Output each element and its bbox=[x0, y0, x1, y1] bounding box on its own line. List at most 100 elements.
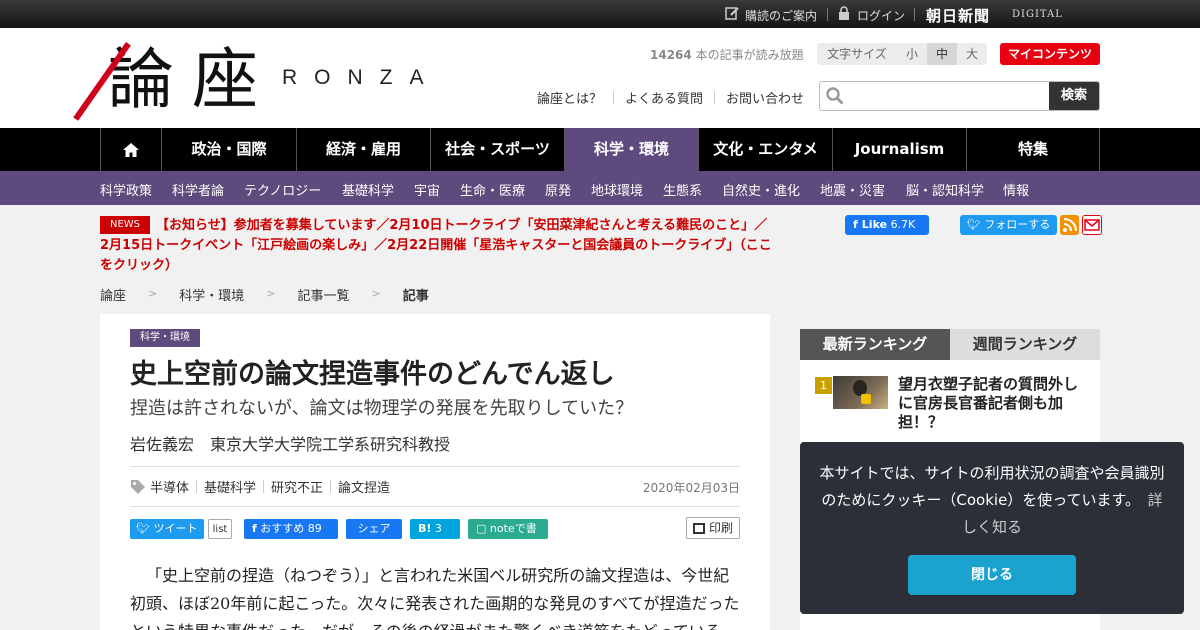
news-ticker[interactable]: 【お知らせ】参加者を募集しています／2月10日トークライブ「安田菜津紀さんと考え… bbox=[100, 216, 775, 276]
logo-kanji-za: 座 bbox=[192, 41, 258, 118]
divider bbox=[827, 8, 828, 21]
font-size-selector: 文字サイズ 小 中 大 bbox=[817, 43, 987, 65]
ranking-item-title[interactable]: 望月衣塑子記者の質問外しに官房長官番記者側も加担！？ bbox=[898, 375, 1088, 432]
subnav-item[interactable]: 科学政策 bbox=[100, 180, 152, 199]
font-size-large[interactable]: 大 bbox=[957, 43, 987, 65]
search-box: 検索 bbox=[819, 81, 1100, 111]
lock-icon bbox=[839, 6, 849, 20]
breadcrumb: 論座 > 科学・環境 > 記事一覧 > 記事 bbox=[100, 285, 429, 304]
facebook-like-button[interactable]: f Like 6.7K bbox=[845, 215, 929, 235]
asahi-digital-logo[interactable]: 朝日新聞 bbox=[926, 5, 990, 26]
subnav-item[interactable]: 生態系 bbox=[663, 180, 702, 199]
faq-link[interactable]: よくある質問 bbox=[625, 88, 703, 107]
sub-nav: 科学政策 科学者論 テクノロジー 基礎科学 宇宙 生命・医療 原発 地球環境 生… bbox=[0, 171, 1200, 205]
facebook-recommend-button[interactable]: f おすすめ 89 bbox=[244, 519, 338, 539]
note-button[interactable]: ▢ noteで書く bbox=[468, 519, 548, 555]
nav-politics[interactable]: 政治・国際 bbox=[161, 128, 296, 171]
subnav-item[interactable]: 自然史・進化 bbox=[722, 180, 800, 199]
logo-wordmark: RONZA bbox=[282, 66, 441, 89]
divider bbox=[130, 506, 740, 507]
search-button[interactable]: 検索 bbox=[1049, 82, 1099, 110]
facebook-share-button[interactable]: シェア bbox=[346, 519, 402, 539]
tab-latest-ranking[interactable]: 最新ランキング bbox=[800, 329, 950, 360]
my-content-button[interactable]: マイコンテンツ bbox=[1000, 43, 1100, 65]
subnav-item[interactable]: 地球環境 bbox=[591, 180, 643, 199]
twitter-list-button[interactable]: list bbox=[208, 519, 232, 539]
tag-link[interactable]: 半導体 bbox=[150, 477, 189, 496]
divider bbox=[263, 480, 265, 493]
category-badge[interactable]: 科学・環境 bbox=[130, 329, 200, 347]
nav-science[interactable]: 科学・環境 bbox=[564, 128, 698, 171]
font-size-label: 文字サイズ bbox=[817, 43, 897, 65]
divider bbox=[196, 480, 198, 493]
tag-list: 半導体 基礎科学 研究不正 論文捏造 bbox=[130, 477, 390, 496]
subnav-item[interactable]: 生命・医療 bbox=[460, 180, 525, 199]
subnav-item[interactable]: 基礎科学 bbox=[342, 180, 394, 199]
nav-home[interactable] bbox=[100, 128, 161, 171]
edit-icon bbox=[725, 7, 739, 20]
tag-link[interactable]: 基礎科学 bbox=[204, 477, 256, 496]
facebook-icon: f bbox=[252, 522, 257, 535]
rank-number: 1 bbox=[815, 377, 832, 394]
about-link[interactable]: 論座とは？ bbox=[537, 88, 602, 107]
hatena-bookmark-button[interactable]: B! 3 bbox=[410, 519, 460, 539]
nav-society[interactable]: 社会・スポーツ bbox=[430, 128, 564, 171]
subnav-item[interactable]: 宇宙 bbox=[414, 180, 440, 199]
print-button[interactable]: 印刷 bbox=[686, 517, 740, 539]
cookie-message: 本サイトでは、サイトの利用状況の調査や会員識別のためにクッキー（Cookie）を… bbox=[819, 464, 1165, 536]
thumbnail-detail bbox=[861, 394, 871, 404]
font-size-small[interactable]: 小 bbox=[897, 43, 927, 65]
facebook-icon: f bbox=[853, 218, 858, 231]
top-bar: 購読のご案内 ログイン 朝日新聞 DIGITAL bbox=[0, 0, 1200, 28]
tweet-button[interactable]: 🐦︎ ツイート bbox=[130, 519, 204, 539]
breadcrumb-separator: > bbox=[371, 287, 381, 300]
search-input[interactable] bbox=[850, 82, 1050, 110]
twitter-bird-icon: 🐦︎ bbox=[966, 218, 981, 231]
subnav-item[interactable]: 地震・災害 bbox=[820, 180, 885, 199]
nav-journalism[interactable]: Journalism bbox=[832, 128, 966, 171]
twitter-bird-icon: 🐦︎ bbox=[136, 522, 150, 535]
publish-date: 2020年02月03日 bbox=[642, 481, 740, 495]
article-author[interactable]: 岩佐義宏 東京大学大学院工学系研究科教授 bbox=[130, 431, 450, 455]
subnav-item[interactable]: 情報 bbox=[1003, 180, 1029, 199]
divider bbox=[914, 8, 915, 21]
contact-link[interactable]: お問い合わせ bbox=[726, 88, 804, 107]
article-body: 「史上空前の捏造（ねつぞう）」と言われた米国ベル研究所の論文捏造は、今世紀初頭、… bbox=[130, 566, 740, 630]
read-count: 14264 本の記事が読み放題 bbox=[650, 48, 804, 62]
home-icon bbox=[123, 143, 139, 157]
breadcrumb-separator: > bbox=[266, 287, 276, 300]
subscribe-link[interactable]: 購読のご案内 bbox=[745, 7, 817, 24]
cookie-close-button[interactable]: 閉じる bbox=[908, 555, 1076, 595]
breadcrumb-item[interactable]: 科学・環境 bbox=[179, 285, 244, 304]
ronza-logo[interactable]: 論 座 bbox=[73, 36, 274, 124]
subnav-item[interactable]: 脳・認知科学 bbox=[906, 180, 984, 199]
printer-icon bbox=[693, 523, 705, 534]
ranking-thumbnail[interactable] bbox=[833, 376, 888, 409]
rss-icon[interactable] bbox=[1060, 215, 1079, 235]
subnav-item[interactable]: 原発 bbox=[545, 180, 571, 199]
nav-culture[interactable]: 文化・エンタメ bbox=[698, 128, 832, 171]
tag-link[interactable]: 論文捏造 bbox=[338, 477, 390, 496]
font-size-medium[interactable]: 中 bbox=[927, 43, 957, 65]
divider bbox=[613, 91, 615, 104]
breadcrumb-item[interactable]: 記事一覧 bbox=[297, 285, 349, 304]
subnav-item[interactable]: テクノロジー bbox=[244, 180, 321, 199]
twitter-follow-button[interactable]: 🐦︎ フォローする bbox=[960, 215, 1057, 235]
tag-link[interactable]: 研究不正 bbox=[271, 477, 323, 496]
login-link[interactable]: ログイン bbox=[857, 7, 905, 24]
main-nav: 政治・国際 経済・雇用 社会・スポーツ 科学・環境 文化・エンタメ Journa… bbox=[0, 128, 1200, 171]
nav-economy[interactable]: 経済・雇用 bbox=[296, 128, 430, 171]
nav-special[interactable]: 特集 bbox=[966, 128, 1100, 171]
article-subtitle: 捏造は許されないが、論文は物理学の発展を先取りしていた？ bbox=[130, 398, 634, 419]
logo-kanji-ron: 論 bbox=[108, 41, 174, 118]
breadcrumb-item[interactable]: 論座 bbox=[100, 285, 126, 304]
divider bbox=[714, 91, 716, 104]
cookie-banner: 本サイトでは、サイトの利用状況の調査や会員識別のためにクッキー（Cookie）を… bbox=[800, 442, 1184, 614]
breadcrumb-separator: > bbox=[148, 287, 158, 300]
mail-icon[interactable] bbox=[1082, 215, 1102, 235]
tab-weekly-ranking[interactable]: 週間ランキング bbox=[950, 329, 1100, 360]
divider bbox=[130, 466, 740, 467]
breadcrumb-current: 記事 bbox=[402, 289, 429, 304]
article: 科学・環境 史上空前の論文捏造事件のどんでん返し 捏造は許されないが、論文は物理… bbox=[100, 314, 770, 630]
subnav-item[interactable]: 科学者論 bbox=[172, 180, 224, 199]
